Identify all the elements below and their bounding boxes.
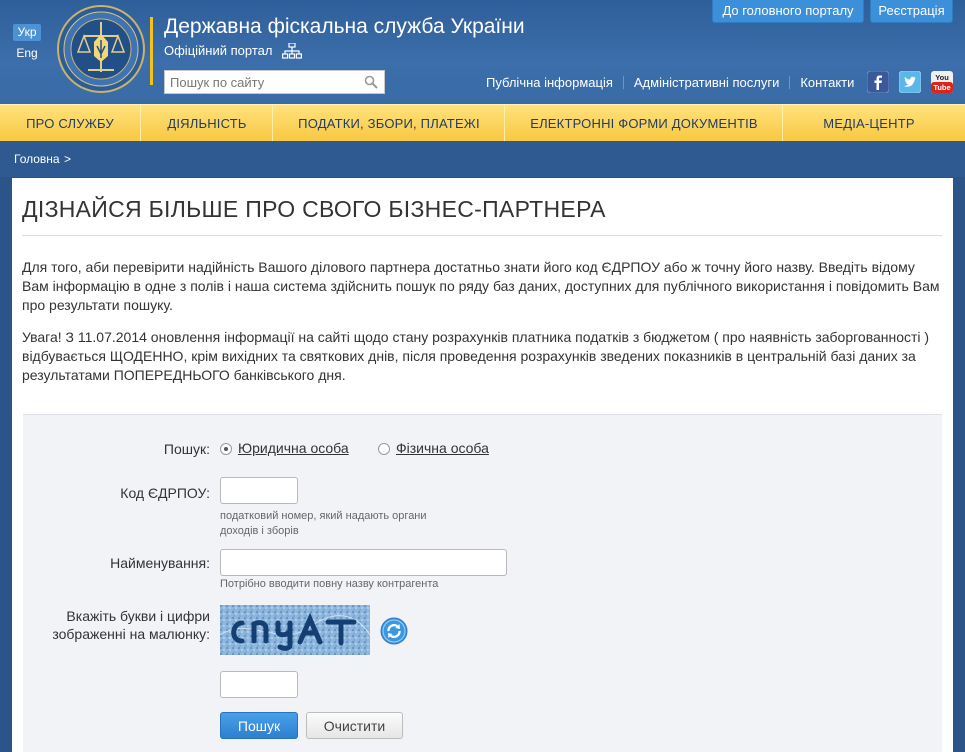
name-label: Найменування:	[110, 555, 210, 571]
link-admin-services[interactable]: Адміністративні послуги	[624, 75, 789, 90]
search-submit-button[interactable]: Пошук	[220, 712, 298, 739]
nav-divider	[504, 105, 505, 142]
nav-divider	[140, 105, 141, 142]
link-public-info[interactable]: Публічна інформація	[476, 75, 623, 90]
name-hint: Потрібно вводити повну назву контрагента	[220, 578, 439, 590]
main-portal-button[interactable]: До головного порталу	[712, 0, 864, 23]
svg-text:Tube: Tube	[933, 83, 950, 92]
search-type-label: Пошук:	[163, 441, 210, 457]
nav-divider	[782, 105, 783, 142]
breadcrumb-bar	[0, 141, 965, 177]
nav-taxes[interactable]: ПОДАТКИ, ЗБОРИ, ПЛАТЕЖІ	[274, 105, 504, 142]
portal-subtitle: Офіційний портал	[164, 43, 273, 58]
breadcrumb-home[interactable]: Головна	[14, 152, 60, 166]
clear-button[interactable]: Очистити	[306, 712, 403, 739]
site-search	[164, 70, 385, 94]
twitter-icon[interactable]	[899, 71, 921, 93]
edrpou-label: Код ЄДРПОУ:	[120, 485, 210, 501]
site-header: Укр Eng Державна фіскальна служба Україн…	[0, 0, 965, 104]
radio-physical-person-label[interactable]: Фізична особа	[396, 440, 489, 456]
accent-bar	[150, 17, 153, 85]
captcha-input[interactable]	[220, 671, 298, 698]
captcha-label: Вкажіть букви і цифри зображенні на малю…	[52, 608, 210, 642]
site-search-input[interactable]	[165, 71, 355, 93]
search-icon[interactable]	[364, 75, 378, 89]
nav-about[interactable]: ПРО СЛУЖБУ	[0, 105, 140, 142]
radio-legal-entity[interactable]	[220, 443, 232, 455]
link-contacts[interactable]: Контакти	[790, 75, 864, 90]
captcha-image	[220, 605, 370, 655]
nav-eforms[interactable]: ЕЛЕКТРОННІ ФОРМИ ДОКУМЕНТІВ	[506, 105, 782, 142]
nav-media[interactable]: МЕДІА-ЦЕНТР	[784, 105, 954, 142]
radio-legal-entity-label[interactable]: Юридична особа	[238, 440, 349, 456]
partner-search-form: Пошук: Юридична особа Фізична особа Код …	[23, 414, 942, 752]
intro-paragraph: Для того, аби перевірити надійність Вашо…	[22, 259, 940, 313]
refresh-captcha-icon[interactable]	[380, 617, 408, 645]
radio-physical-person[interactable]	[378, 443, 390, 455]
nav-divider	[272, 105, 273, 142]
lang-ukr[interactable]: Укр	[13, 24, 41, 41]
youtube-icon[interactable]: You Tube	[931, 71, 953, 93]
breadcrumb-separator: >	[64, 152, 72, 166]
nav-activity[interactable]: ДІЯЛЬНІСТЬ	[142, 105, 272, 142]
sitemap-icon[interactable]	[282, 43, 302, 59]
title-divider	[22, 235, 942, 236]
edrpou-hint: податковий номер, який надають органи до…	[220, 510, 427, 537]
content-panel: ДІЗНАЙСЯ БІЛЬШЕ ПРО СВОГО БІЗНЕС-ПАРТНЕР…	[12, 178, 953, 752]
emblem-logo[interactable]	[56, 4, 146, 94]
site-title[interactable]: Державна фіскальна служба України	[164, 15, 525, 39]
facebook-icon[interactable]	[867, 71, 889, 93]
name-input[interactable]	[220, 549, 507, 576]
register-button[interactable]: Реєстрація	[870, 0, 953, 23]
page-title: ДІЗНАЙСЯ БІЛЬШЕ ПРО СВОГО БІЗНЕС-ПАРТНЕР…	[22, 196, 606, 222]
utility-links: Публічна інформація Адміністративні посл…	[476, 74, 864, 90]
svg-text:You: You	[935, 73, 949, 82]
main-nav: ПРО СЛУЖБУ ДІЯЛЬНІСТЬ ПОДАТКИ, ЗБОРИ, ПЛ…	[0, 104, 965, 142]
notice-paragraph: Увага! З 11.07.2014 оновлення інформації…	[22, 329, 930, 383]
lang-eng[interactable]: Eng	[13, 45, 41, 62]
edrpou-input[interactable]	[220, 477, 298, 504]
